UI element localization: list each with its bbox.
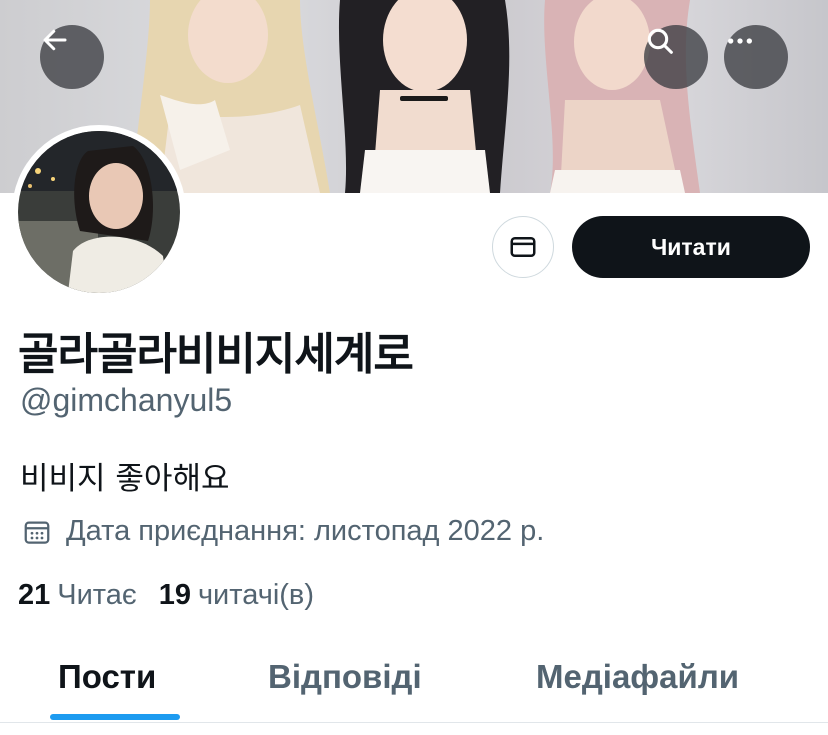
search-button[interactable] <box>644 25 708 89</box>
more-horizontal-icon <box>728 38 752 44</box>
join-date-row: Дата приєднання: листопад 2022 р. <box>22 515 544 548</box>
followers-label: читачі(в) <box>197 579 314 611</box>
tab-replies[interactable]: Відповіді <box>268 658 422 696</box>
arrow-left-icon <box>43 29 67 51</box>
search-icon <box>647 28 673 54</box>
tab-media[interactable]: Медіафайли <box>536 658 739 696</box>
following-count: 21 <box>18 579 51 611</box>
message-button[interactable] <box>492 216 554 278</box>
followers-count: 19 <box>158 579 191 611</box>
more-button[interactable] <box>724 25 788 89</box>
envelope-icon <box>510 237 536 257</box>
avatar-image <box>18 131 180 293</box>
tab-posts[interactable]: Пости <box>58 658 156 696</box>
active-tab-indicator <box>50 714 180 720</box>
back-button[interactable] <box>40 25 104 89</box>
join-date-text: Дата приєднання: листопад 2022 р. <box>66 515 545 547</box>
followers-link[interactable]: 19 читачі(в) <box>159 579 314 612</box>
follow-stats: 21 Читає 19 читачі(в) <box>18 579 314 612</box>
bio: 비비지 좋아해요 <box>20 461 230 497</box>
display-name: 골라골라비비지세계로 <box>18 329 414 380</box>
profile-tabs: Пости Відповіді Медіафайли <box>0 640 828 723</box>
avatar[interactable] <box>12 125 186 299</box>
calendar-icon <box>24 521 50 544</box>
handle: @gimchanyul5 <box>20 382 233 418</box>
follow-button[interactable]: Читати <box>572 216 810 278</box>
following-link[interactable]: 21 Читає <box>18 579 137 612</box>
following-label: Читає <box>57 579 137 611</box>
